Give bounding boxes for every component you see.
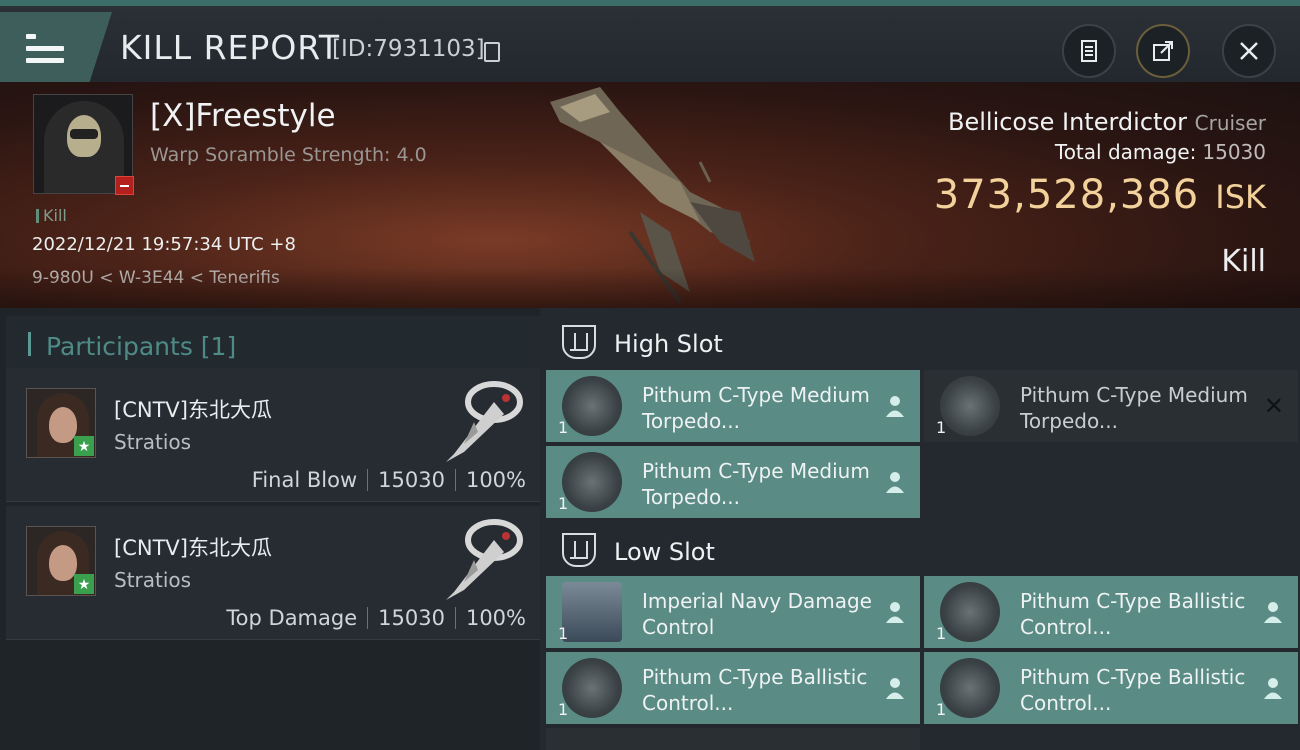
copy-icon[interactable] — [484, 42, 500, 62]
clipboard-icon — [1081, 40, 1097, 62]
participant-ship-image — [446, 519, 523, 600]
module-item[interactable]: 1 Imperial Navy Damage Control — [546, 576, 920, 648]
victim-ship-name[interactable]: Bellicose Interdictor Cruiser — [948, 108, 1266, 136]
kill-type-label: Kill — [1221, 244, 1266, 279]
module-name: Pithum C-Type Medium Torpedo... — [642, 459, 870, 509]
module-name: Pithum C-Type Medium Torpedo... — [1020, 383, 1248, 433]
ballistic-control-icon — [940, 582, 1000, 642]
kill-banner: [X]Freestyle Warp Soramble Strength: 4.0… — [0, 82, 1300, 308]
module-qty: 1 — [558, 418, 569, 437]
destroyed-icon: ✕ — [1263, 392, 1284, 420]
participant-role: Final Blow — [251, 468, 358, 492]
module-qty: 1 — [936, 418, 947, 437]
participant-percent: 100% — [465, 468, 526, 492]
kill-tag: Kill — [36, 206, 67, 225]
report-id: [ID:7931103] — [332, 36, 485, 62]
module-qty: 1 — [936, 624, 947, 643]
close-button[interactable] — [1222, 24, 1276, 78]
warp-scramble-strength: Warp Soramble Strength: 4.0 — [150, 144, 427, 166]
torpedo-launcher-icon — [940, 376, 1000, 436]
participant-damage: 15030 — [378, 606, 445, 630]
torpedo-launcher-icon — [562, 376, 622, 436]
high-slot-header: High Slot — [540, 312, 1300, 370]
module-item[interactable]: 1 Pithum C-Type Ballistic Control... — [924, 576, 1298, 648]
module-name: Pithum C-Type Ballistic Control... — [642, 665, 868, 715]
star-icon: ★ — [74, 574, 94, 594]
participant-role: Top Damage — [226, 606, 358, 630]
participant-card[interactable]: ★ [CNTV]东北大瓜 Stratios Final Blow 15030 100… — [6, 368, 540, 502]
participant-stats: Top Damage 15030 100% — [226, 606, 526, 630]
person-icon — [886, 396, 904, 417]
module-qty: 1 — [558, 624, 569, 643]
menu-button[interactable] — [0, 12, 112, 82]
low-slot-header: Low Slot — [540, 520, 1300, 578]
standing-negative-badge — [115, 176, 134, 195]
module-item-partial[interactable] — [546, 728, 920, 750]
participant-percent: 100% — [465, 606, 526, 630]
kill-datetime: 2022/12/21 19:57:34 UTC +8 — [32, 234, 296, 255]
module-item[interactable]: 1 Pithum C-Type Ballistic Control... — [924, 652, 1298, 724]
torpedo-launcher-icon — [562, 452, 622, 512]
close-icon — [1240, 42, 1258, 60]
participants-panel: Participants [1] ★ [CNTV]东北大瓜 Stratios F… — [0, 308, 540, 750]
low-slot-title: Low Slot — [614, 538, 715, 566]
module-name: Pithum C-Type Ballistic Control... — [1020, 589, 1246, 639]
participant-name: [CNTV]东北大瓜 — [114, 536, 272, 560]
module-item[interactable]: 1 Pithum C-Type Medium Torpedo... — [546, 370, 920, 442]
victim-name[interactable]: [X]Freestyle — [150, 98, 336, 134]
high-slot-title: High Slot — [614, 330, 723, 358]
module-qty: 1 — [558, 494, 569, 513]
page-title: KILL REPORT — [120, 28, 340, 67]
participant-damage: 15030 — [378, 468, 445, 492]
participant-ship-image — [446, 381, 523, 462]
kill-location: 9-980U < W-3E44 < Tenerifis — [32, 268, 280, 288]
person-icon — [886, 678, 904, 699]
share-icon — [1153, 41, 1173, 61]
fitting-panel: High Slot 1 Pithum C-Type Medium Torpedo… — [540, 308, 1300, 750]
participant-stats: Final Blow 15030 100% — [252, 468, 526, 492]
participant-ship: Stratios — [114, 430, 192, 454]
share-button[interactable] — [1136, 24, 1190, 78]
clipboard-button[interactable] — [1062, 24, 1116, 78]
participant-card[interactable]: ★ [CNTV]东北大瓜 Stratios Top Damage 15030 100… — [6, 506, 540, 640]
ship-name-text: Bellicose Interdictor — [948, 108, 1187, 136]
isk-value: 373,528,386 ISK — [934, 172, 1266, 218]
low-slot-icon — [562, 533, 596, 567]
isk-amount: 373,528,386 — [933, 172, 1200, 218]
participant-name: [CNTV]东北大瓜 — [114, 398, 272, 422]
participants-header: Participants [1] — [6, 316, 540, 368]
high-slot-icon — [562, 325, 596, 359]
star-icon: ★ — [74, 436, 94, 456]
module-qty: 1 — [936, 700, 947, 719]
participant-ship: Stratios — [114, 568, 192, 592]
ship-class: Cruiser — [1194, 111, 1266, 135]
person-icon — [886, 602, 904, 623]
damage-control-icon — [562, 582, 622, 642]
module-item[interactable]: 1 Pithum C-Type Medium Torpedo... — [546, 446, 920, 518]
participants-title: Participants [1] — [46, 332, 237, 361]
module-item[interactable]: 1 Pithum C-Type Medium Torpedo... ✕ — [924, 370, 1298, 442]
total-damage-label: Total damage: — [1054, 140, 1197, 164]
person-icon — [886, 472, 904, 493]
module-name: Pithum C-Type Ballistic Control... — [1020, 665, 1246, 715]
ballistic-control-icon — [562, 658, 622, 718]
person-icon — [1264, 678, 1282, 699]
module-name: Imperial Navy Damage Control — [642, 589, 872, 639]
person-icon — [1264, 602, 1282, 623]
module-item[interactable]: 1 Pithum C-Type Ballistic Control... — [546, 652, 920, 724]
menu-icon — [26, 34, 64, 64]
ballistic-control-icon — [940, 658, 1000, 718]
isk-unit: ISK — [1215, 178, 1266, 216]
module-qty: 1 — [558, 700, 569, 719]
total-damage-value: 15030 — [1202, 140, 1266, 164]
header-bar: KILL REPORT [ID:7931103] — [0, 0, 1300, 82]
total-damage: Total damage: 15030 — [1055, 140, 1266, 164]
module-name: Pithum C-Type Medium Torpedo... — [642, 383, 870, 433]
victim-ship-image — [550, 87, 755, 304]
